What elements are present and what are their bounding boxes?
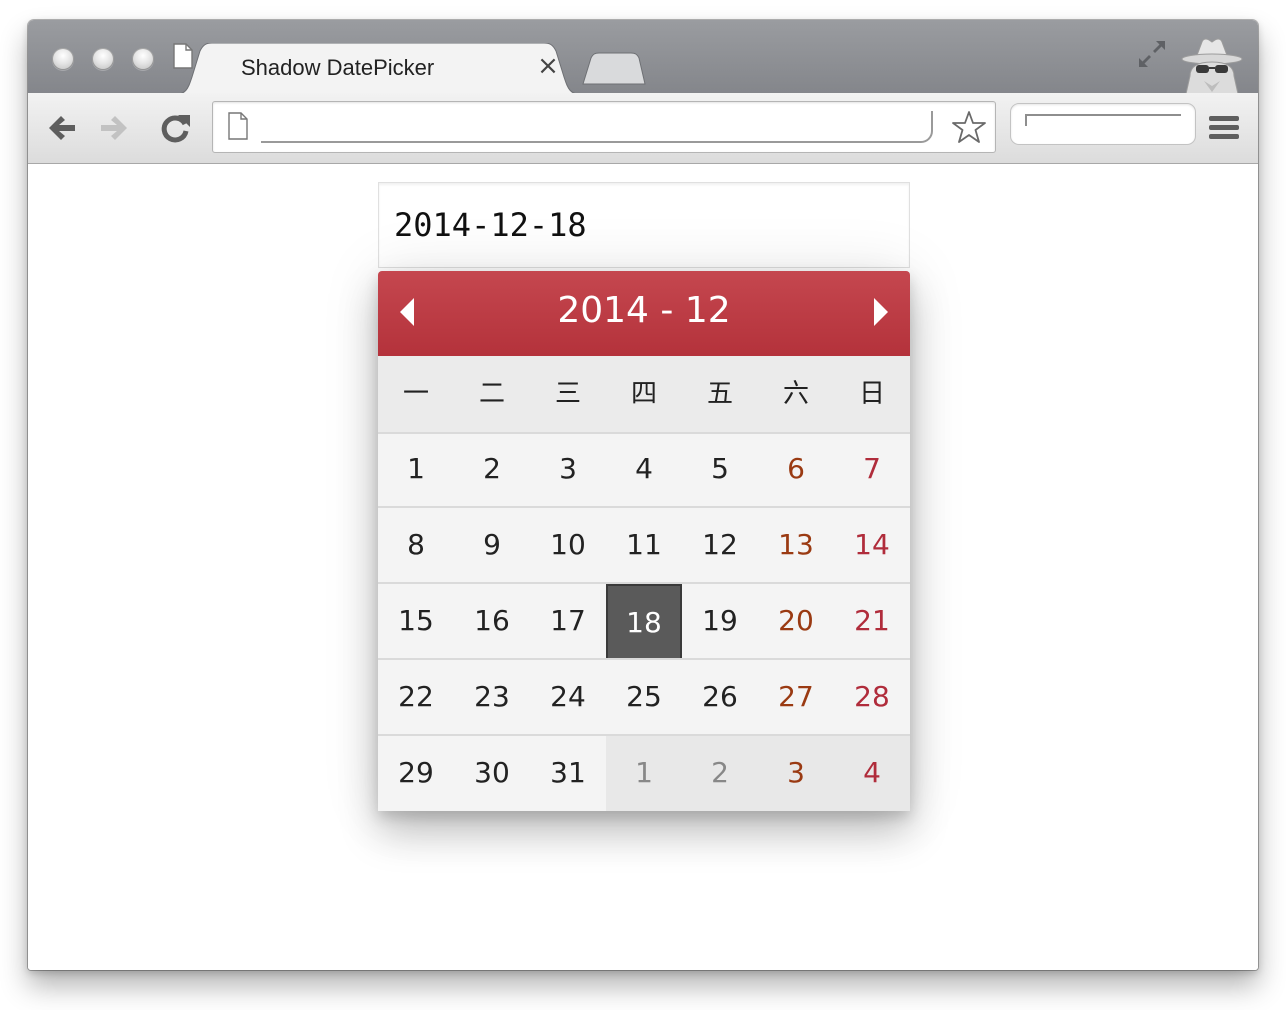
- date-input[interactable]: [378, 182, 910, 268]
- page-content: 2014 - 12 一 二 三 四 五 六 日 1 2 3 4 5: [28, 164, 1258, 970]
- day-cell-selected[interactable]: 18: [606, 584, 682, 660]
- datepicker-header: 2014 - 12: [378, 271, 910, 356]
- minimize-window-button[interactable]: [92, 48, 114, 70]
- day-cell[interactable]: 3: [530, 432, 606, 508]
- search-input[interactable]: [1025, 114, 1181, 126]
- zoom-window-button[interactable]: [132, 48, 154, 70]
- weekday-wed: 三: [554, 379, 581, 409]
- day-cell[interactable]: 23: [454, 660, 530, 736]
- day-cell[interactable]: 9: [454, 508, 530, 584]
- day-cell[interactable]: 4: [606, 432, 682, 508]
- day-cell-saturday[interactable]: 27: [758, 660, 834, 736]
- reload-icon[interactable]: [158, 111, 192, 145]
- day-cell-sunday[interactable]: 21: [834, 584, 910, 660]
- day-cell[interactable]: 19: [682, 584, 758, 660]
- day-cell-saturday[interactable]: 6: [758, 432, 834, 508]
- day-cell[interactable]: 22: [378, 660, 454, 736]
- star-icon[interactable]: [951, 110, 987, 144]
- day-cell-saturday[interactable]: 20: [758, 584, 834, 660]
- month-year-title: 2014 - 12: [557, 290, 731, 331]
- title-bar: Shadow DatePicker ×: [28, 20, 1258, 95]
- weekday-fri: 五: [706, 379, 733, 409]
- weekday-mon: 一: [402, 379, 429, 409]
- tab-title: Shadow DatePicker: [241, 55, 435, 80]
- tab-shadow-datepicker[interactable]: Shadow DatePicker ×: [172, 43, 592, 95]
- page-icon: [173, 43, 193, 69]
- day-cell[interactable]: 16: [454, 584, 530, 660]
- day-cell[interactable]: 15: [378, 584, 454, 660]
- day-cell-next-month-saturday[interactable]: 3: [758, 736, 834, 811]
- day-cell[interactable]: 1: [378, 432, 454, 508]
- weekday-header-row: 一 二 三 四 五 六 日: [378, 356, 910, 434]
- fullscreen-icon[interactable]: [1136, 38, 1168, 70]
- day-cell[interactable]: 12: [682, 508, 758, 584]
- day-cell[interactable]: 10: [530, 508, 606, 584]
- datepicker-popup: 2014 - 12 一 二 三 四 五 六 日 1 2 3 4 5 6 7 8 …: [378, 271, 910, 811]
- day-cell[interactable]: 25: [606, 660, 682, 736]
- tab-close-icon[interactable]: ×: [534, 51, 562, 81]
- day-cell[interactable]: 26: [682, 660, 758, 736]
- search-box[interactable]: [1010, 103, 1196, 145]
- day-cell[interactable]: 31: [530, 736, 606, 811]
- day-cell-next-month[interactable]: 1: [606, 736, 682, 811]
- address-bar[interactable]: [212, 101, 996, 153]
- day-cell-sunday[interactable]: 14: [834, 508, 910, 584]
- weekday-sun: 日: [858, 379, 885, 409]
- new-tab-button[interactable]: [581, 52, 647, 86]
- day-cell[interactable]: 2: [454, 432, 530, 508]
- day-cell[interactable]: 17: [530, 584, 606, 660]
- page-icon: [228, 112, 248, 140]
- day-cell-saturday[interactable]: 13: [758, 508, 834, 584]
- browser-window: Shadow DatePicker × 2014-12-18 2014 - 12…: [28, 20, 1258, 970]
- caret-right-icon[interactable]: [864, 291, 898, 333]
- arrow-right-icon[interactable]: [98, 111, 132, 145]
- day-cell[interactable]: 5: [682, 432, 758, 508]
- day-cell-sunday[interactable]: 28: [834, 660, 910, 736]
- browser-toolbar: [28, 93, 1258, 164]
- hamburger-menu-icon[interactable]: [1208, 112, 1240, 144]
- day-cell-sunday[interactable]: 7: [834, 432, 910, 508]
- day-cell[interactable]: 8: [378, 508, 454, 584]
- day-grid: 1 2 3 4 5 6 7 8 9 10 11 12 13 14 15 16 1…: [378, 432, 910, 811]
- weekday-thu: 四: [630, 379, 657, 409]
- day-cell-next-month[interactable]: 2: [682, 736, 758, 811]
- day-cell[interactable]: 30: [454, 736, 530, 811]
- weekday-tue: 二: [478, 379, 505, 409]
- weekday-sat: 六: [782, 379, 809, 409]
- close-window-button[interactable]: [52, 48, 74, 70]
- arrow-left-icon[interactable]: [44, 111, 78, 145]
- address-input[interactable]: [261, 111, 933, 143]
- day-cell[interactable]: 29: [378, 736, 454, 811]
- incognito-icon: [1181, 38, 1243, 94]
- day-cell[interactable]: 11: [606, 508, 682, 584]
- day-cell[interactable]: 24: [530, 660, 606, 736]
- day-cell-next-month-sunday[interactable]: 4: [834, 736, 910, 811]
